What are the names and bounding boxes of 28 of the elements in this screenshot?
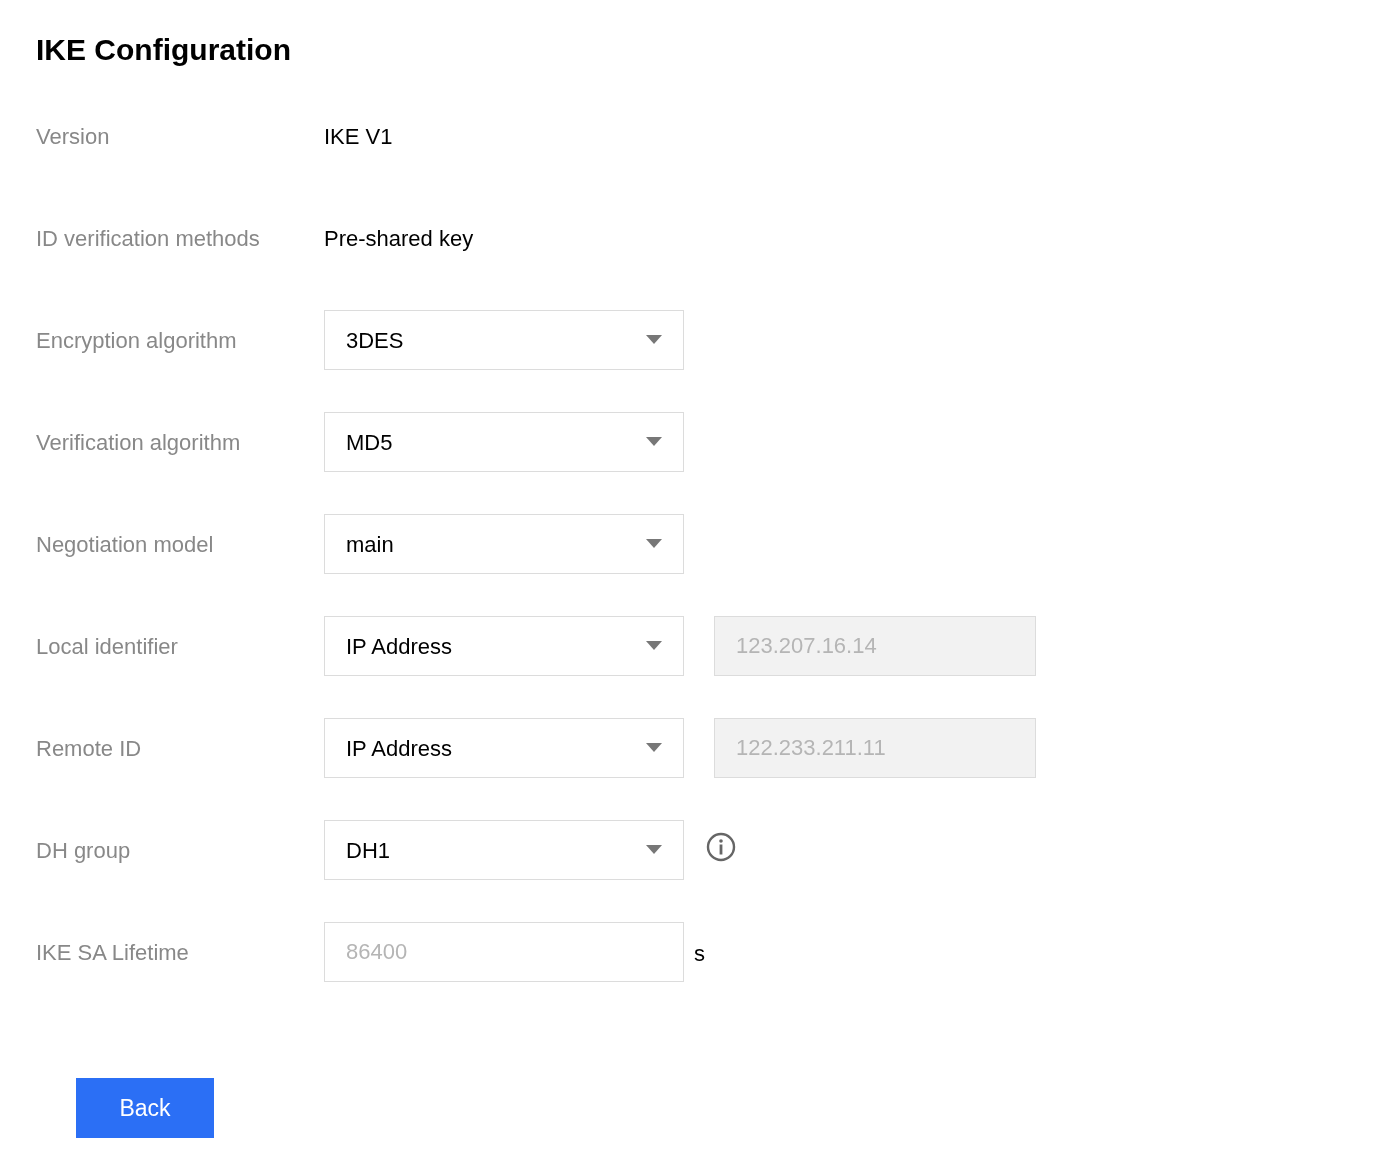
caret-icon (646, 845, 662, 855)
field-label: ID verification methods (36, 224, 261, 253)
field-label: Verification algorithm (36, 428, 242, 457)
caret-icon (646, 641, 662, 651)
field-value: IKE V1 (324, 122, 393, 151)
dropdown[interactable]: main (324, 514, 684, 574)
back-button[interactable]: Back (76, 1078, 214, 1138)
field-label: Negotiation model (36, 530, 215, 559)
field-label: DH group (36, 836, 132, 865)
caret-icon (646, 743, 662, 753)
dropdown[interactable]: IP Address (324, 616, 684, 676)
input-field[interactable]: 86400 (324, 922, 684, 982)
dropdown[interactable]: IP Address (324, 718, 684, 778)
field-label: Local identifier (36, 632, 179, 661)
dropdown[interactable]: MD5 (324, 412, 684, 472)
caret-icon (646, 335, 662, 345)
field-label: Remote ID (36, 734, 143, 763)
field-label: Version (36, 122, 111, 151)
unit-label: s (694, 939, 705, 968)
field-value: Pre-shared key (324, 224, 474, 253)
field-label: IKE SA Lifetime (36, 938, 190, 967)
caret-icon (646, 539, 662, 549)
dropdown[interactable]: DH1 (324, 820, 684, 880)
page-title: IKE Configuration (36, 32, 292, 68)
caret-icon (646, 437, 662, 447)
dropdown[interactable]: 3DES (324, 310, 684, 370)
field-label: Encryption algorithm (36, 326, 238, 355)
info-icon[interactable] (706, 832, 736, 862)
